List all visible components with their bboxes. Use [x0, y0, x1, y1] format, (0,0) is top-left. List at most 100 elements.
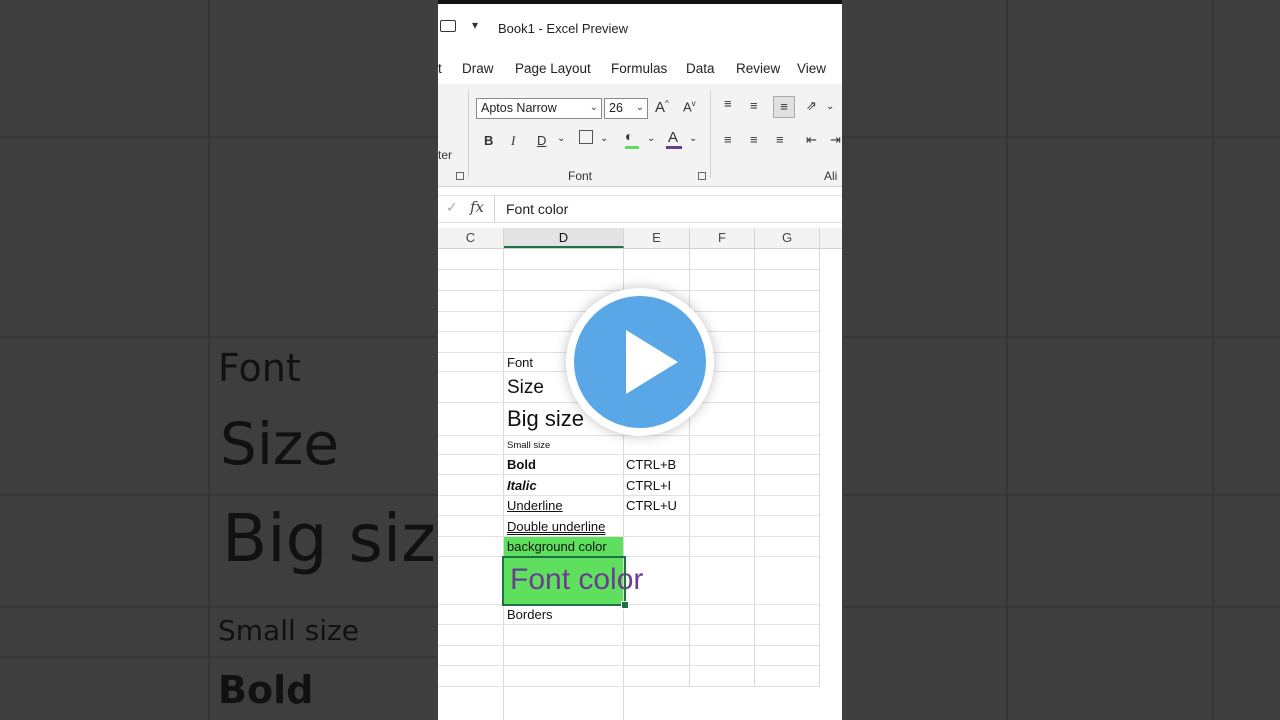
font-color-dropdown-icon[interactable]: ⌄ — [689, 133, 697, 144]
align-center-icon[interactable]: ≡ — [750, 132, 758, 147]
tab-data[interactable]: Data — [686, 61, 715, 76]
formula-input[interactable]: Font color — [494, 196, 842, 222]
orientation-dropdown-icon[interactable]: ⌄ — [826, 101, 834, 112]
tab-review[interactable]: Review — [736, 61, 780, 76]
ribbon-separator — [710, 90, 711, 178]
cell-e-italic-shortcut: CTRL+I — [626, 478, 672, 493]
gridline — [438, 269, 820, 270]
tab-draw[interactable]: Draw — [462, 61, 494, 76]
align-left-icon[interactable]: ≡ — [724, 132, 732, 147]
fill-color-dropdown-icon[interactable]: ⌄ — [647, 133, 655, 144]
bg-gridline — [208, 0, 210, 720]
fill-handle[interactable] — [621, 601, 629, 609]
cell-d-size: Size — [507, 377, 544, 398]
play-button[interactable] — [566, 288, 714, 436]
play-icon — [626, 330, 678, 394]
active-cell-selection[interactable] — [502, 556, 626, 606]
cell-d-bold: Bold — [507, 457, 536, 472]
decrease-indent-icon[interactable]: ⇤ — [806, 132, 817, 148]
tab-formulas[interactable]: Formulas — [611, 61, 667, 76]
font-color-icon[interactable]: A — [668, 129, 678, 146]
underline-dropdown-icon[interactable]: ⌄ — [557, 133, 565, 144]
ghost-size: Size — [220, 410, 340, 478]
insert-function-button[interactable]: fx — [470, 198, 484, 216]
ribbon-separator — [468, 90, 469, 178]
gridline — [438, 604, 820, 605]
cell-d-double-underline: Double underline — [507, 519, 606, 534]
gridline — [438, 645, 820, 646]
cell-e-bold-shortcut: CTRL+B — [626, 457, 677, 472]
grow-font-button[interactable]: A^ — [655, 99, 669, 116]
bg-gridline — [842, 336, 1280, 338]
play-circle — [574, 296, 706, 428]
chevron-down-icon: ⌄ — [635, 102, 644, 113]
column-headers: C D E F G — [438, 228, 842, 249]
alignment-group-label: Ali — [824, 169, 838, 183]
bg-gridline — [842, 606, 1280, 608]
window-title: Book1 - Excel Preview — [498, 21, 629, 36]
top-strip — [438, 0, 842, 4]
ribbon-tabs: t Draw Page Layout Formulas Data Review … — [438, 56, 842, 84]
fill-color-icon[interactable]: ◐ — [625, 128, 633, 144]
enter-check-icon[interactable]: ✓ — [446, 199, 458, 216]
bg-gridline — [0, 656, 438, 658]
customize-quick-access-icon[interactable]: ▾ — [472, 18, 478, 32]
align-top-icon[interactable]: ≡ — [724, 96, 732, 111]
shrink-font-icon: A — [683, 99, 692, 115]
ghost-font: Font — [218, 346, 301, 390]
cell-e-underline-shortcut: CTRL+U — [626, 498, 677, 513]
background-right — [842, 0, 1280, 720]
font-name-select[interactable]: Aptos Narrow ⌄ — [476, 98, 602, 119]
cell-d-big-size: Big size — [507, 406, 585, 431]
gridline — [754, 249, 755, 687]
align-right-icon[interactable]: ≡ — [776, 132, 784, 147]
font-dialog-launcher[interactable] — [698, 172, 706, 180]
bg-gridline — [0, 606, 438, 608]
gridline — [503, 249, 504, 720]
cell-d-small-size: Small size — [507, 440, 551, 451]
font-size-value: 26 — [609, 101, 623, 115]
borders-icon[interactable] — [579, 130, 593, 144]
tab-insert-partial[interactable]: t — [438, 61, 442, 76]
bg-gridline — [842, 494, 1280, 496]
font-group-label: Font — [568, 169, 593, 183]
background-left: Font Size Big size Small size Bold — [0, 0, 438, 720]
clipboard-group-label-fragment: ter — [438, 148, 453, 162]
bg-gridline — [0, 136, 438, 138]
increase-indent-icon[interactable]: ⇥ — [830, 132, 841, 148]
title-bar: ▾ Book1 - Excel Preview — [438, 0, 842, 56]
bold-button[interactable]: B — [484, 133, 493, 148]
cell-d-background-color: background color — [507, 539, 607, 554]
bg-gridline — [0, 494, 438, 496]
column-header-f[interactable]: F — [690, 228, 755, 248]
gridline — [819, 249, 820, 687]
ghost-small-size: Small size — [218, 614, 359, 647]
column-header-g[interactable]: G — [755, 228, 820, 248]
gridline — [438, 536, 820, 537]
italic-button[interactable]: I — [511, 133, 515, 149]
font-size-select[interactable]: 26 ⌄ — [604, 98, 648, 119]
column-header-c[interactable]: C — [438, 228, 504, 248]
underline-button[interactable]: D — [537, 133, 546, 148]
align-middle-icon[interactable]: ≡ — [750, 98, 758, 113]
shrink-font-button[interactable]: Av — [683, 99, 696, 114]
chevron-down-icon: ⌄ — [589, 102, 598, 113]
ghost-big-size: Big size — [222, 500, 438, 577]
cell-d-borders: Borders — [507, 607, 553, 622]
borders-dropdown-icon[interactable]: ⌄ — [600, 133, 608, 144]
gridline — [438, 665, 820, 666]
tab-view[interactable]: View — [797, 61, 826, 76]
grow-font-icon: A — [655, 99, 666, 116]
gridline — [438, 624, 820, 625]
align-bottom-icon[interactable]: ≡ — [773, 96, 795, 118]
cell-d-italic: Italic — [507, 478, 537, 493]
formula-bar: ✓ fx Font color — [438, 195, 842, 223]
column-header-e[interactable]: E — [624, 228, 690, 248]
bg-gridline — [842, 136, 1280, 138]
orientation-icon[interactable]: ⇗ — [806, 98, 817, 114]
clipboard-dialog-launcher[interactable] — [456, 172, 464, 180]
open-folder-icon[interactable] — [440, 20, 456, 32]
cell-d-underline: Underline — [507, 498, 563, 513]
tab-page-layout[interactable]: Page Layout — [515, 61, 591, 76]
column-header-d[interactable]: D — [504, 228, 624, 248]
